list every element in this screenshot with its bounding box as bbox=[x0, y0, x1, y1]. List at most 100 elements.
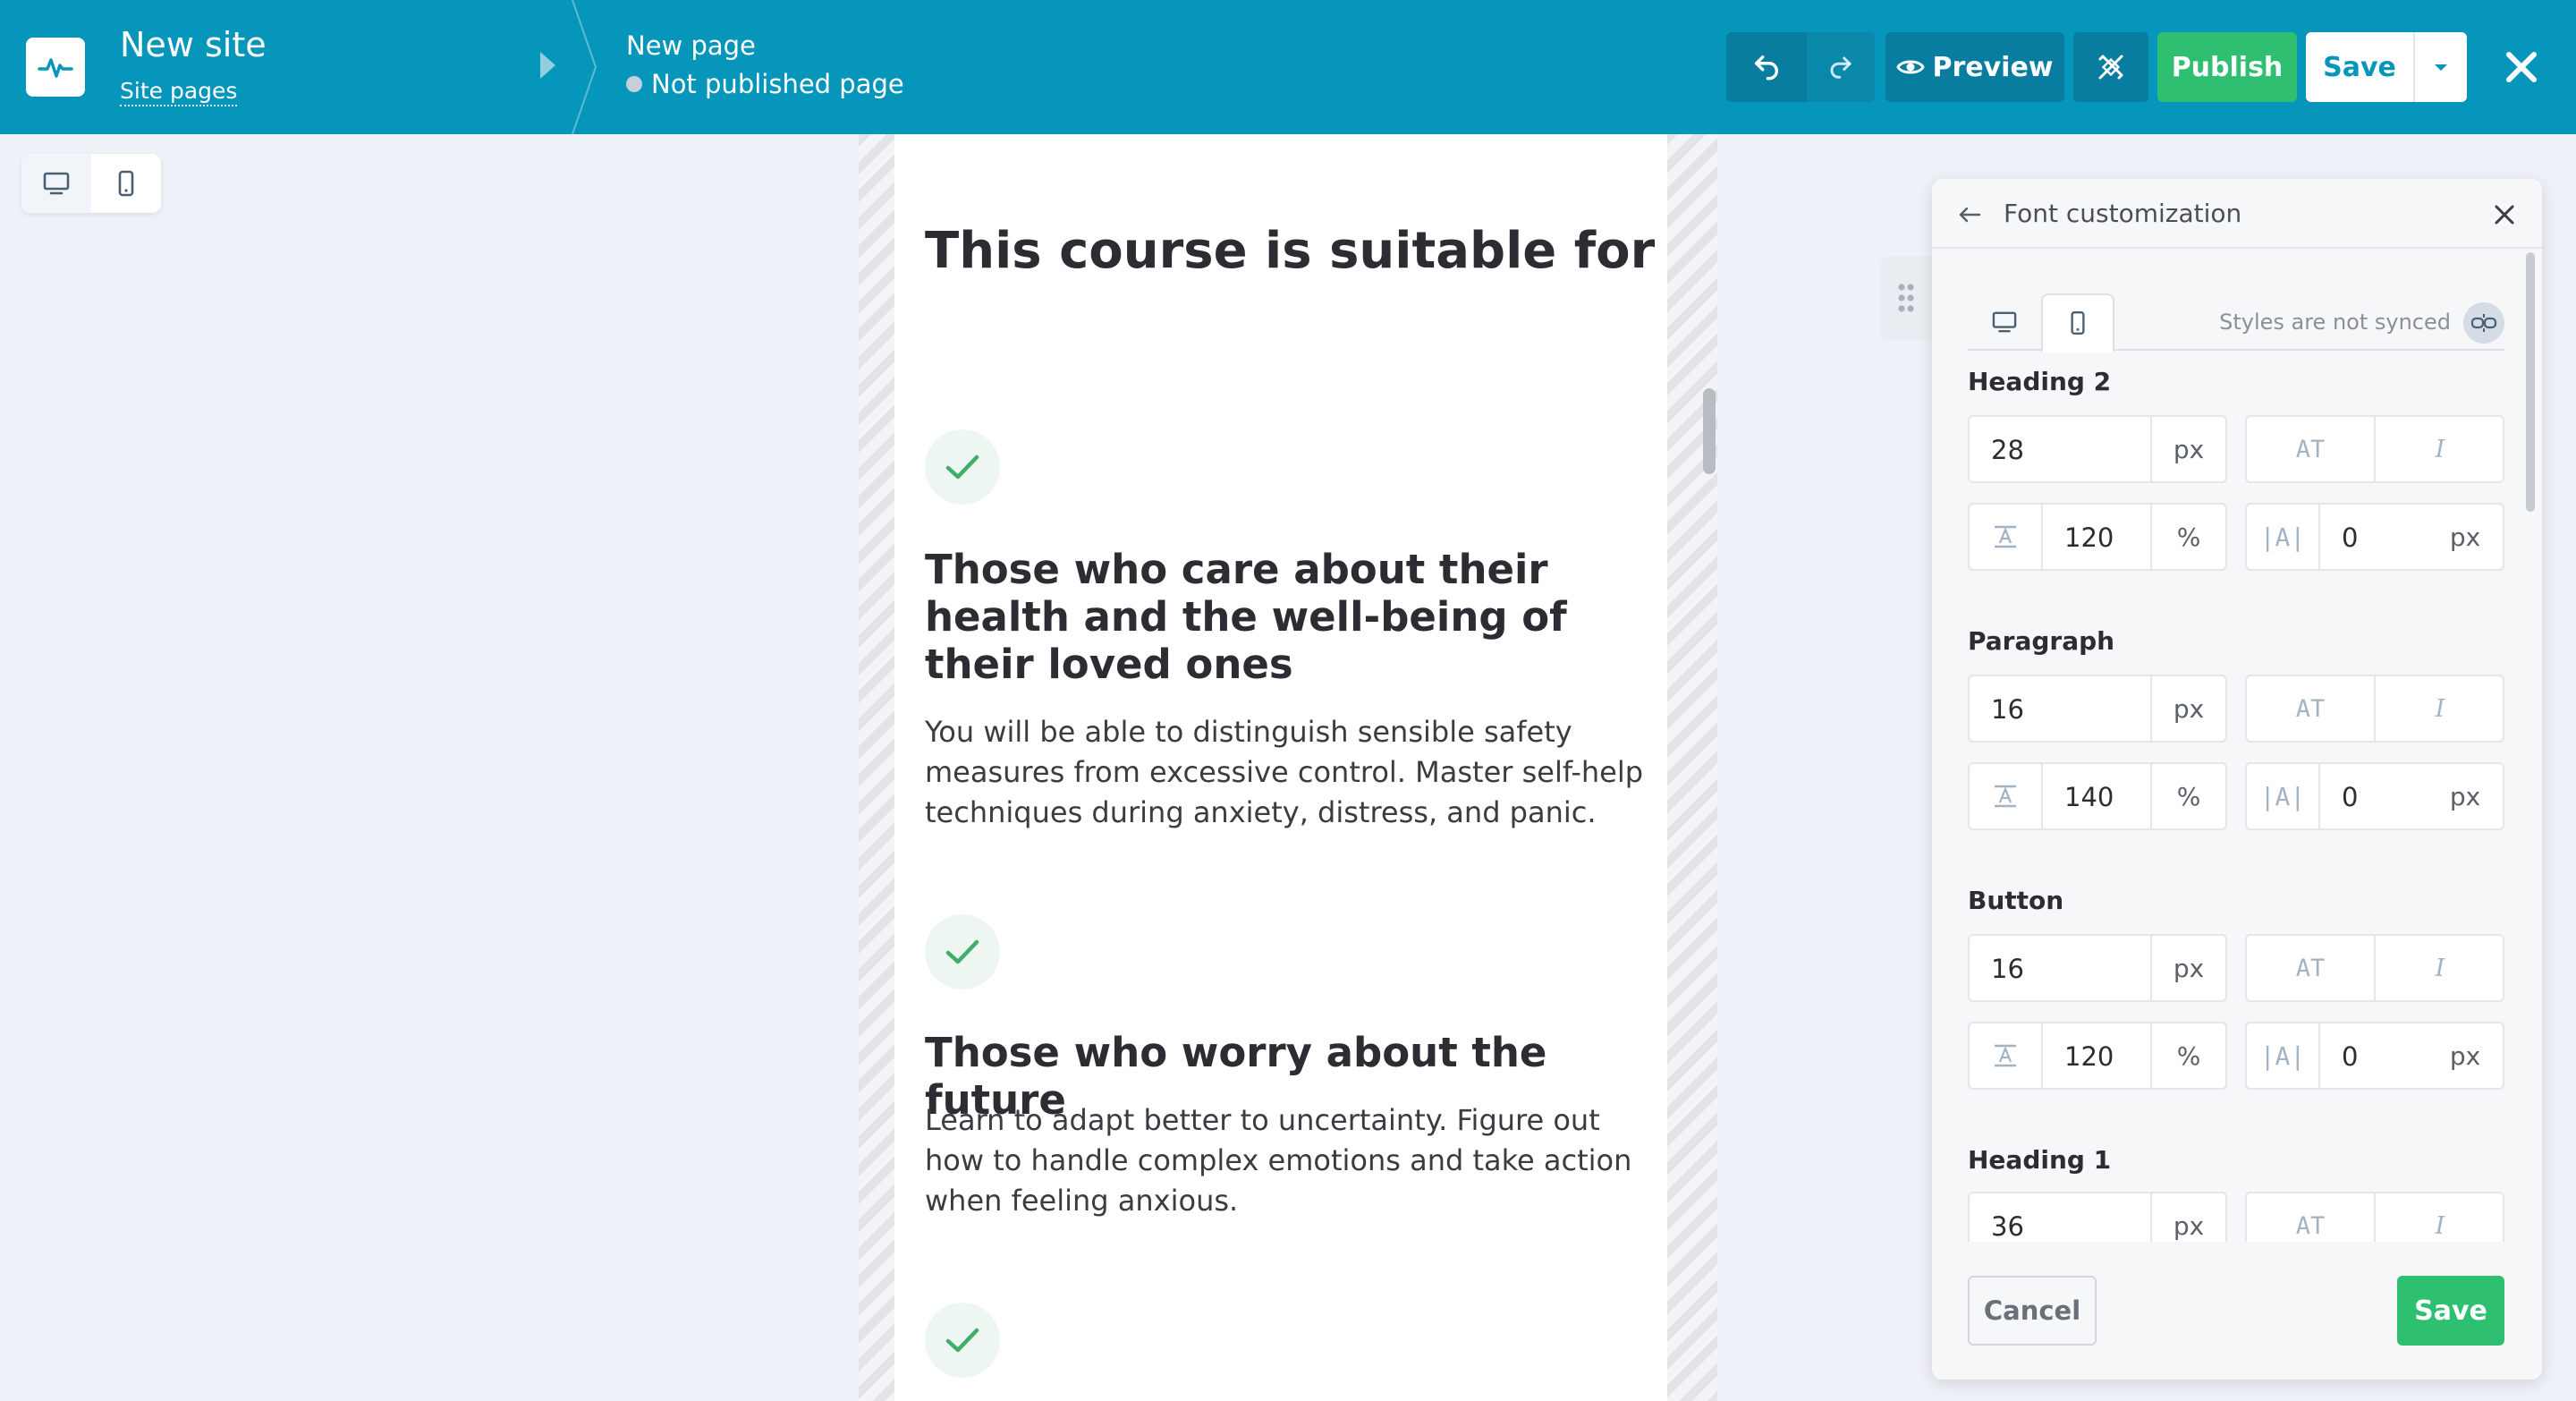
italic-toggle[interactable]: I bbox=[2376, 417, 2504, 481]
panel-close-button[interactable] bbox=[2488, 199, 2521, 231]
panel-header: Font customization bbox=[1932, 179, 2542, 249]
app-logo[interactable] bbox=[26, 38, 85, 97]
item-heading[interactable]: Those who care about their health and th… bbox=[925, 546, 1658, 688]
letter-spacing-unit: px bbox=[2449, 522, 2481, 552]
font-size-unit: px bbox=[2150, 936, 2225, 1000]
letter-spacing-icon: |A| bbox=[2247, 1023, 2320, 1088]
unlink-icon bbox=[2470, 314, 2497, 332]
design-tools-button[interactable] bbox=[2073, 32, 2148, 102]
undo-button[interactable] bbox=[1726, 32, 1807, 102]
check-icon bbox=[925, 1303, 1000, 1378]
line-height-unit: % bbox=[2150, 505, 2225, 569]
line-height-input[interactable]: 120 % bbox=[1968, 503, 2227, 571]
font-size-value[interactable]: 16 bbox=[1991, 694, 2024, 725]
letter-spacing-icon: |A| bbox=[2247, 505, 2320, 569]
site-pages-link[interactable]: Site pages bbox=[120, 78, 238, 106]
letter-spacing-icon: |A| bbox=[2247, 764, 2320, 828]
sync-toggle-button[interactable] bbox=[2463, 302, 2504, 344]
letter-spacing-unit: px bbox=[2449, 1040, 2481, 1071]
check-icon bbox=[925, 914, 1000, 989]
desktop-icon bbox=[43, 172, 70, 195]
undo-icon bbox=[1754, 55, 1778, 81]
letter-spacing-unit: px bbox=[2449, 781, 2481, 811]
line-height-input[interactable]: 140 % bbox=[1968, 762, 2227, 830]
font-size-value[interactable]: 36 bbox=[1991, 1211, 2024, 1242]
page-status: Not published page bbox=[626, 69, 904, 99]
italic-toggle[interactable]: I bbox=[2376, 936, 2504, 1000]
close-editor-button[interactable] bbox=[2501, 47, 2542, 88]
line-height-value[interactable]: 120 bbox=[2064, 1041, 2114, 1072]
mobile-icon bbox=[118, 170, 134, 197]
panel-title: Font customization bbox=[2004, 199, 2242, 228]
font-size-value[interactable]: 16 bbox=[1991, 954, 2024, 984]
mobile-icon bbox=[2071, 311, 2085, 335]
mobile-view-button[interactable] bbox=[91, 154, 161, 213]
font-size-value[interactable]: 28 bbox=[1991, 435, 2024, 465]
font-style-toggles: AT I bbox=[2245, 415, 2504, 483]
preview-button[interactable]: Preview bbox=[1885, 32, 2064, 102]
breadcrumb-divider bbox=[572, 0, 597, 134]
save-options-dropdown[interactable] bbox=[2413, 32, 2467, 102]
preview-label: Preview bbox=[1932, 51, 2054, 83]
panel-scrollbar[interactable] bbox=[2526, 252, 2535, 512]
redo-icon bbox=[1830, 56, 1852, 79]
breadcrumb-arrow-icon bbox=[540, 52, 555, 79]
sync-status-text: Styles are not synced bbox=[2219, 310, 2451, 335]
page-status-label: Not published page bbox=[651, 69, 904, 99]
back-button[interactable] bbox=[1953, 199, 1986, 231]
tab-desktop[interactable] bbox=[1968, 293, 2041, 351]
item-text[interactable]: You will be able to distinguish sensible… bbox=[925, 712, 1658, 833]
line-height-icon bbox=[1970, 1023, 2043, 1088]
page-name: New page bbox=[626, 30, 756, 61]
line-height-input[interactable]: 120 % bbox=[1968, 1022, 2227, 1090]
top-bar: New site Site pages New page Not publish… bbox=[0, 0, 2576, 134]
letter-spacing-value[interactable]: 0 bbox=[2342, 782, 2358, 812]
close-icon bbox=[2506, 52, 2537, 82]
panel-drag-handle[interactable] bbox=[1880, 256, 1932, 340]
redo-button[interactable] bbox=[1807, 32, 1875, 102]
font-style-toggles: AT I bbox=[2245, 934, 2504, 1002]
font-size-unit: px bbox=[2150, 417, 2225, 481]
italic-toggle[interactable]: I bbox=[2376, 676, 2504, 741]
section-label-paragraph: Paragraph bbox=[1968, 626, 2115, 656]
desktop-view-button[interactable] bbox=[21, 154, 91, 213]
uppercase-toggle[interactable]: AT bbox=[2247, 676, 2376, 741]
line-height-unit: % bbox=[2150, 1023, 2225, 1088]
page-canvas[interactable]: This course is suitable for Those who ca… bbox=[894, 134, 1667, 1401]
font-style-toggles: AT I bbox=[2245, 675, 2504, 743]
section-title[interactable]: This course is suitable for bbox=[925, 222, 1655, 280]
line-height-value[interactable]: 120 bbox=[2064, 522, 2114, 553]
font-size-input[interactable]: 16 px bbox=[1968, 934, 2227, 1002]
panel-save-button[interactable]: Save bbox=[2397, 1276, 2504, 1346]
font-size-unit: px bbox=[2150, 676, 2225, 741]
font-size-input[interactable]: 28 px bbox=[1968, 415, 2227, 483]
cancel-button[interactable]: Cancel bbox=[1968, 1276, 2097, 1346]
uppercase-toggle[interactable]: AT bbox=[2247, 936, 2376, 1000]
font-size-input[interactable]: 16 px bbox=[1968, 675, 2227, 743]
line-height-icon bbox=[1970, 764, 2043, 828]
letter-spacing-input[interactable]: |A| 0 px bbox=[2245, 762, 2504, 830]
eye-icon bbox=[1896, 60, 1926, 74]
letter-spacing-value[interactable]: 0 bbox=[2342, 522, 2358, 553]
letter-spacing-input[interactable]: |A| 0 px bbox=[2245, 503, 2504, 571]
status-dot-icon bbox=[626, 76, 642, 92]
pulse-icon bbox=[38, 58, 73, 78]
uppercase-toggle[interactable]: AT bbox=[2247, 417, 2376, 481]
desktop-icon bbox=[1992, 311, 2017, 333]
design-tools-icon bbox=[2098, 55, 2123, 80]
arrow-left-icon bbox=[1959, 207, 1981, 223]
publish-button[interactable]: Publish bbox=[2157, 32, 2297, 102]
close-icon bbox=[2495, 205, 2514, 225]
drag-handle-icon bbox=[1898, 284, 1914, 312]
font-customization-panel: Font customization Styles are not synced… bbox=[1932, 179, 2542, 1380]
tab-mobile[interactable] bbox=[2041, 293, 2114, 352]
save-button[interactable]: Save bbox=[2306, 32, 2413, 102]
section-label-heading-2: Heading 2 bbox=[1968, 367, 2112, 396]
item-text[interactable]: Learn to adapt better to uncertainty. Fi… bbox=[925, 1100, 1658, 1221]
line-height-value[interactable]: 140 bbox=[2064, 782, 2114, 812]
device-toggle bbox=[21, 154, 161, 213]
site-title: New site bbox=[120, 25, 267, 64]
canvas-scrollbar[interactable] bbox=[1703, 388, 1716, 474]
letter-spacing-value[interactable]: 0 bbox=[2342, 1041, 2358, 1072]
letter-spacing-input[interactable]: |A| 0 px bbox=[2245, 1022, 2504, 1090]
